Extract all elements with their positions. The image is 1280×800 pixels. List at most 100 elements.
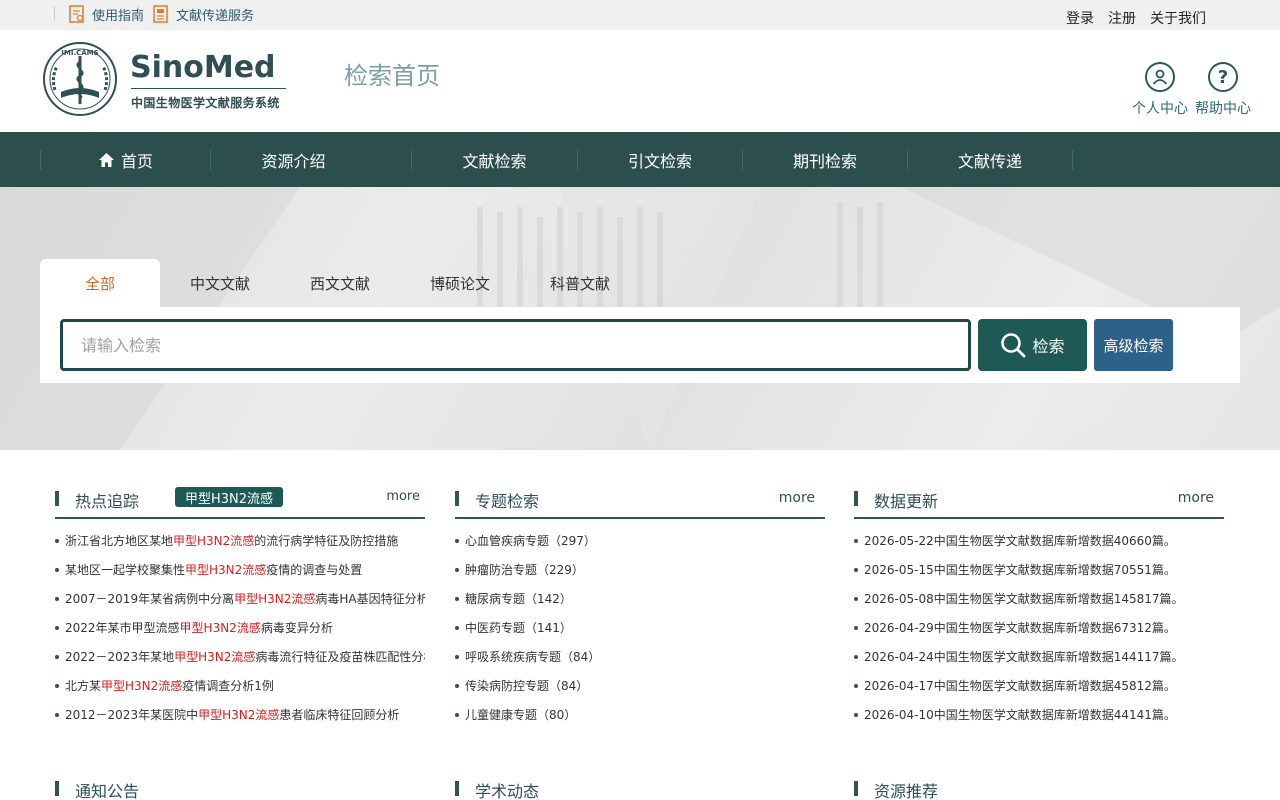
nav-label: 首页: [120, 151, 153, 171]
list-item[interactable]: 心血管疾病专题（297）: [455, 533, 825, 562]
list-item[interactable]: 2007－2019年某省病例中分离甲型H3N2流感病毒HA基因特征分析: [55, 591, 425, 620]
list-item[interactable]: 浙江省北方地区某地甲型H3N2流感的流行病学特征及防控措施: [55, 533, 425, 562]
register-link[interactable]: 注册: [1108, 8, 1136, 28]
header-accent-bar: [854, 491, 858, 506]
tab-all[interactable]: 全部: [40, 259, 160, 307]
personal-center-label: 个人中心: [1132, 101, 1188, 117]
list-item-text: 2007－2019年某省病例中分离: [65, 592, 235, 606]
highlight-keyword: 甲型H3N2流感: [174, 650, 256, 664]
tab-chinese-literature[interactable]: 中文文献: [160, 259, 280, 307]
list-item[interactable]: 2012－2023年某医院中甲型H3N2流感患者临床特征回顾分析: [55, 707, 425, 736]
list-item[interactable]: 某地区一起学校聚集性甲型H3N2流感疫情的调查与处置: [55, 562, 425, 591]
notices-column: 通知公告: [55, 777, 425, 800]
list-item[interactable]: 2026-05-08中国生物医学文献数据库新增数据145817篇。: [854, 591, 1224, 620]
list-item-text: 2026-05-22中国生物医学文献数据库新增数据40660篇。: [864, 534, 1176, 548]
list-item-text: 患者临床特征回顾分析: [279, 708, 400, 722]
main-nav: 首页 资源介绍 文献检索 引文检索 期刊检索 文献传递: [0, 132, 1280, 187]
list-item[interactable]: 2022年某市甲型流感甲型H3N2流感病毒变异分析: [55, 620, 425, 649]
about-link[interactable]: 关于我们: [1150, 8, 1206, 28]
list-item[interactable]: 2026-04-17中国生物医学文献数据库新增数据45812篇。: [854, 678, 1224, 707]
list-item[interactable]: 糖尿病专题（142）: [455, 591, 825, 620]
list-item-text: 的流行病学特征及防控措施: [254, 534, 399, 548]
list-item[interactable]: 2026-04-10中国生物医学文献数据库新增数据44141篇。: [854, 707, 1224, 736]
list-item-text: 北方某: [65, 679, 102, 693]
list-item[interactable]: 传染病防控专题（84）: [455, 678, 825, 707]
nav-item-home[interactable]: 首页: [41, 132, 210, 187]
search-button-label: 检索: [1032, 337, 1065, 356]
svg-text:IMI.CAMS: IMI.CAMS: [61, 49, 98, 57]
logo-emblem-icon[interactable]: IMI.CAMS: [41, 40, 119, 118]
column-header: 学术动态: [455, 777, 825, 800]
list-item[interactable]: 呼吸系统疾病专题（84）: [455, 649, 825, 678]
highlight-keyword: 甲型H3N2流感: [173, 534, 255, 548]
account-links: 登录 注册 关于我们: [1066, 8, 1206, 28]
search-input[interactable]: [60, 319, 971, 371]
nav-item-literature-search[interactable]: 文献检索: [412, 132, 577, 187]
list-item-text: 疫情的调查与处置: [266, 563, 363, 577]
search-panel: 检索 高级检索: [40, 307, 1240, 383]
search-tabs: 全部 中文文献 西文文献 博硕论文 科普文献: [40, 259, 640, 307]
guide-label: 使用指南: [92, 8, 145, 24]
hot-topics-column: 热点追踪 甲型H3N2流感 more 浙江省北方地区某地甲型H3N2流感的流行病…: [55, 487, 425, 736]
search-icon: [1001, 333, 1026, 358]
list-item-text: 肿瘤防治专题（229）: [465, 563, 584, 577]
column-title: 资源推荐: [874, 782, 939, 800]
more-link[interactable]: more: [386, 489, 420, 504]
list-item[interactable]: 2026-05-15中国生物医学文献数据库新增数据70551篇。: [854, 562, 1224, 591]
list-item[interactable]: 北方某甲型H3N2流感疫情调查分析1例: [55, 678, 425, 707]
tab-popular-science[interactable]: 科普文献: [520, 259, 640, 307]
list-item-text: 2026-04-29中国生物医学文献数据库新增数据67312篇。: [864, 621, 1176, 635]
list-item-text: 浙江省北方地区某地: [65, 534, 174, 548]
list-item-text: 2022年某市甲型流感: [65, 621, 180, 635]
topic-list: 心血管疾病专题（297） 肿瘤防治专题（229） 糖尿病专题（142） 中医药专题（1…: [455, 533, 825, 736]
special-topics-column: 专题检索 more 心血管疾病专题（297） 肿瘤防治专题（229） 糖尿病专题（1…: [455, 487, 825, 736]
more-link[interactable]: more: [779, 490, 815, 506]
header-accent-bar: [854, 781, 858, 796]
list-item[interactable]: 儿童健康专题（80）: [455, 707, 825, 736]
list-item[interactable]: 2022－2023年某地甲型H3N2流感病毒流行特征及疫苗株匹配性分析研究报告: [55, 649, 425, 678]
header-accent-bar: [55, 491, 59, 506]
list-item[interactable]: 2026-04-29中国生物医学文献数据库新增数据67312篇。: [854, 620, 1224, 649]
nav-item-journal-search[interactable]: 期刊检索: [743, 132, 907, 187]
list-item[interactable]: 2026-04-24中国生物医学文献数据库新增数据144117篇。: [854, 649, 1224, 678]
top-utility-bar: 使用指南 文献传递服务 登录 注册 关于我们: [0, 0, 1280, 30]
help-center-label: 帮助中心: [1195, 101, 1251, 117]
list-item-text: 呼吸系统疾病专题（84）: [465, 650, 601, 664]
list-item[interactable]: 2026-05-22中国生物医学文献数据库新增数据40660篇。: [854, 533, 1224, 562]
tab-dissertations[interactable]: 博硕论文: [400, 259, 520, 307]
header-accent-bar: [455, 781, 459, 796]
list-item-text: 疫情调查分析1例: [182, 679, 274, 693]
nav-item-document-delivery[interactable]: 文献传递: [908, 132, 1072, 187]
highlight-keyword: 甲型H3N2流感: [198, 708, 280, 722]
tab-western-literature[interactable]: 西文文献: [280, 259, 400, 307]
guide-icon: [69, 5, 84, 23]
search-button[interactable]: 检索: [978, 319, 1087, 371]
update-list: 2026-05-22中国生物医学文献数据库新增数据40660篇。 2026-05-…: [854, 533, 1224, 736]
logo-subtitle: 中国生物医学文献服务系统: [131, 96, 280, 110]
nav-divider: [1072, 150, 1073, 170]
list-item-text: 心血管疾病专题（297）: [465, 534, 596, 548]
list-item[interactable]: 肿瘤防治专题（229）: [455, 562, 825, 591]
personal-center-button[interactable]: 个人中心: [1130, 62, 1190, 118]
nav-item-resources[interactable]: 资源介绍: [211, 132, 376, 187]
login-link[interactable]: 登录: [1066, 8, 1094, 28]
user-icon: [1145, 62, 1175, 92]
help-icon: ?: [1208, 62, 1238, 92]
nav-item-citation-search[interactable]: 引文检索: [578, 132, 742, 187]
list-item-text: 中医药专题（141）: [465, 621, 572, 635]
topic-badge[interactable]: 甲型H3N2流感: [175, 487, 284, 507]
advanced-search-button[interactable]: 高级检索: [1094, 319, 1173, 371]
divider: [54, 6, 55, 20]
list-item[interactable]: 中医药专题（141）: [455, 620, 825, 649]
highlight-keyword: 甲型H3N2流感: [179, 621, 261, 635]
help-center-button[interactable]: ? 帮助中心: [1193, 62, 1253, 118]
data-updates-column: 数据更新 more 2026-05-22中国生物医学文献数据库新增数据40660…: [854, 487, 1224, 736]
list-item-text: 2026-04-17中国生物医学文献数据库新增数据45812篇。: [864, 679, 1176, 693]
list-item-text: 2026-05-15中国生物医学文献数据库新增数据70551篇。: [864, 563, 1176, 577]
guide-link[interactable]: 使用指南: [69, 4, 144, 24]
logo-text[interactable]: SinoMed: [130, 50, 276, 85]
more-link[interactable]: more: [1178, 490, 1214, 506]
document-delivery-link[interactable]: 文献传递服务: [153, 4, 254, 24]
highlight-keyword: 甲型H3N2流感: [234, 592, 316, 606]
list-item-text: 儿童健康专题（80）: [465, 708, 577, 722]
